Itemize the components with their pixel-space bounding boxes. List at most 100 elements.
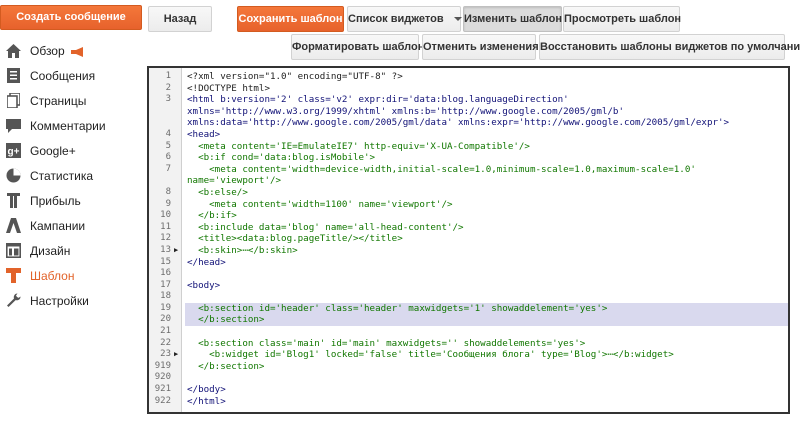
code-text: <!DOCTYPE html> bbox=[187, 82, 270, 94]
sidebar-item-label: Google+ bbox=[30, 143, 76, 158]
code-text: <b:include data='blog' name='all-head-co… bbox=[187, 221, 464, 233]
line-number: 13 bbox=[160, 244, 171, 255]
code-line[interactable]: xmlns:data='http://www.google.com/2005/g… bbox=[149, 117, 788, 129]
edit-template-button[interactable]: Изменить шаблон bbox=[463, 6, 562, 32]
line-number: 15 bbox=[160, 256, 171, 267]
code-line[interactable]: 2 <!DOCTYPE html> bbox=[149, 82, 788, 95]
line-number: 1 bbox=[165, 71, 171, 81]
preview-template-button[interactable]: Просмотреть шаблон bbox=[563, 6, 681, 32]
back-button[interactable]: Назад bbox=[148, 6, 212, 32]
code-text: <b:section id='header' class='header' ma… bbox=[185, 302, 788, 315]
sidebar-item-label: Шаблон bbox=[30, 268, 75, 283]
code-line[interactable]: 16 bbox=[149, 268, 788, 280]
line-number: 17 bbox=[160, 279, 171, 290]
comments-icon bbox=[5, 118, 21, 134]
svg-text:g+: g+ bbox=[7, 147, 19, 158]
line-number: 2 bbox=[165, 82, 171, 93]
fold-arrow-icon[interactable]: ▶ bbox=[174, 245, 178, 257]
code-text: <title><data:blog.pageTitle/></title> bbox=[187, 233, 403, 245]
code-line[interactable]: 6 <b:if cond='data:blog.isMobile'> bbox=[149, 152, 788, 164]
line-number: 922 bbox=[154, 395, 171, 406]
code-line[interactable]: 20 </b:section> bbox=[149, 314, 788, 327]
sidebar-item-earnings[interactable]: Прибыль bbox=[0, 188, 140, 213]
code-line[interactable]: 15 </head> bbox=[149, 256, 788, 269]
format-template-button[interactable]: Форматировать шаблон bbox=[291, 34, 424, 60]
line-number: 919 bbox=[154, 360, 171, 371]
sidebar-item-google-plus[interactable]: g+ Google+ bbox=[0, 138, 140, 163]
fold-arrow-icon[interactable]: ▶ bbox=[174, 349, 178, 361]
sidebar-nav: Обзор Сообщения Страницы Комментарии g+ … bbox=[0, 38, 140, 313]
code-text: name='viewport'/> bbox=[187, 175, 282, 187]
line-number: 19 bbox=[160, 302, 171, 313]
code-line[interactable]: 4 <head> bbox=[149, 128, 788, 141]
code-text: <html b:version='2' class='v2' expr:dir=… bbox=[187, 94, 569, 106]
megaphone-icon bbox=[70, 46, 85, 57]
code-line[interactable]: 21 bbox=[149, 326, 788, 338]
save-template-button[interactable]: Сохранить шаблон bbox=[237, 6, 344, 32]
sidebar-item-label: Настройки bbox=[30, 293, 89, 308]
sidebar-item-template[interactable]: Шаблон bbox=[0, 263, 140, 288]
code-line[interactable]: 22 <b:section class='main' id='main' max… bbox=[149, 337, 788, 350]
sidebar: Создать сообщение Обзор Сообщения Страни… bbox=[0, 0, 142, 424]
line-number: 9 bbox=[165, 198, 171, 209]
widgets-dropdown[interactable]: Список виджетов bbox=[347, 6, 462, 32]
sidebar-item-settings[interactable]: Настройки bbox=[0, 288, 140, 313]
code-text: <?xml version="1.0" encoding="UTF-8" ?> bbox=[187, 71, 403, 82]
code-line[interactable]: 11 <b:include data='blog' name='all-head… bbox=[149, 221, 788, 234]
code-line[interactable]: 921 </body> bbox=[149, 384, 788, 396]
code-text: </b:section> bbox=[187, 360, 265, 372]
sidebar-item-posts[interactable]: Сообщения bbox=[0, 63, 140, 88]
sidebar-item-comments[interactable]: Комментарии bbox=[0, 113, 140, 138]
code-line[interactable]: 10 </b:if> bbox=[149, 210, 788, 222]
code-line[interactable]: 23 ▶ <b:widget id='Blog1' locked='false' … bbox=[149, 349, 788, 361]
sidebar-item-campaigns[interactable]: Кампании bbox=[0, 213, 140, 238]
line-number: 11 bbox=[160, 221, 171, 232]
line-number: 6 bbox=[165, 152, 171, 163]
line-number: 4 bbox=[165, 128, 171, 139]
code-text: xmlns:data='http://www.google.com/2005/g… bbox=[187, 117, 730, 129]
line-number: 7 bbox=[165, 163, 171, 174]
restore-widgets-button[interactable]: Восстановить шаблоны виджетов по умолчан… bbox=[539, 34, 800, 60]
code-line[interactable]: 922 </html> bbox=[149, 395, 788, 408]
line-number: 16 bbox=[160, 268, 171, 279]
layout-icon bbox=[5, 243, 21, 259]
code-text: <body> bbox=[187, 279, 221, 291]
line-number: 12 bbox=[160, 233, 171, 244]
code-text: </b:if> bbox=[187, 210, 237, 222]
code-line[interactable]: name='viewport'/> bbox=[149, 175, 788, 187]
code-line[interactable]: 7 <meta content='width=device-width,init… bbox=[149, 163, 788, 176]
template-code-editor[interactable]: 1 <?xml version="1.0" encoding="UTF-8" ?>… bbox=[147, 66, 790, 414]
code-text: </html> bbox=[187, 395, 226, 407]
code-line[interactable]: 3 <html b:version='2' class='v2' expr:dir… bbox=[149, 94, 788, 106]
code-line[interactable]: 920 bbox=[149, 372, 788, 384]
code-text: <b:if cond='data:blog.isMobile'> bbox=[187, 152, 376, 164]
code-line[interactable]: 17 <body> bbox=[149, 279, 788, 292]
earnings-icon bbox=[5, 193, 21, 209]
code-text: <b:else/> bbox=[187, 186, 248, 198]
code-text: <b:section class='main' id='main' maxwid… bbox=[187, 337, 586, 349]
home-icon bbox=[5, 43, 21, 59]
code-line[interactable]: 19 <b:section id='header' class='header'… bbox=[149, 302, 788, 315]
sidebar-item-overview[interactable]: Обзор bbox=[0, 38, 140, 63]
code-line[interactable]: 12 <title><data:blog.pageTitle/></title> bbox=[149, 233, 788, 245]
code-line[interactable]: 5 <meta content='IE=EmulateIE7' http-equ… bbox=[149, 140, 788, 153]
create-post-button[interactable]: Создать сообщение bbox=[0, 5, 142, 30]
code-line[interactable]: 18 bbox=[149, 291, 788, 303]
code-line[interactable]: 13 ▶ <b:skin>⋯</b:skin> bbox=[149, 244, 788, 257]
template-icon bbox=[5, 268, 21, 284]
revert-changes-button[interactable]: Отменить изменения bbox=[422, 34, 539, 60]
line-number: 5 bbox=[165, 140, 171, 151]
code-line[interactable]: 1 <?xml version="1.0" encoding="UTF-8" ?> bbox=[149, 71, 788, 83]
code-line[interactable]: 9 <meta content='width=1100' name='viewp… bbox=[149, 198, 788, 211]
code-text: <b:skin>⋯</b:skin> bbox=[187, 244, 298, 256]
sidebar-item-pages[interactable]: Страницы bbox=[0, 88, 140, 113]
code-line[interactable]: 919 </b:section> bbox=[149, 360, 788, 373]
sidebar-item-layout[interactable]: Дизайн bbox=[0, 238, 140, 263]
sidebar-item-stats[interactable]: Статистика bbox=[0, 163, 140, 188]
sidebar-item-label: Дизайн bbox=[30, 243, 71, 258]
line-number: 920 bbox=[154, 372, 171, 383]
code-line[interactable]: 8 <b:else/> bbox=[149, 186, 788, 199]
line-number: 20 bbox=[160, 314, 171, 325]
line-number: 3 bbox=[165, 94, 171, 105]
code-line[interactable]: xmlns='http://www.w3.org/1999/xhtml' xml… bbox=[149, 106, 788, 118]
